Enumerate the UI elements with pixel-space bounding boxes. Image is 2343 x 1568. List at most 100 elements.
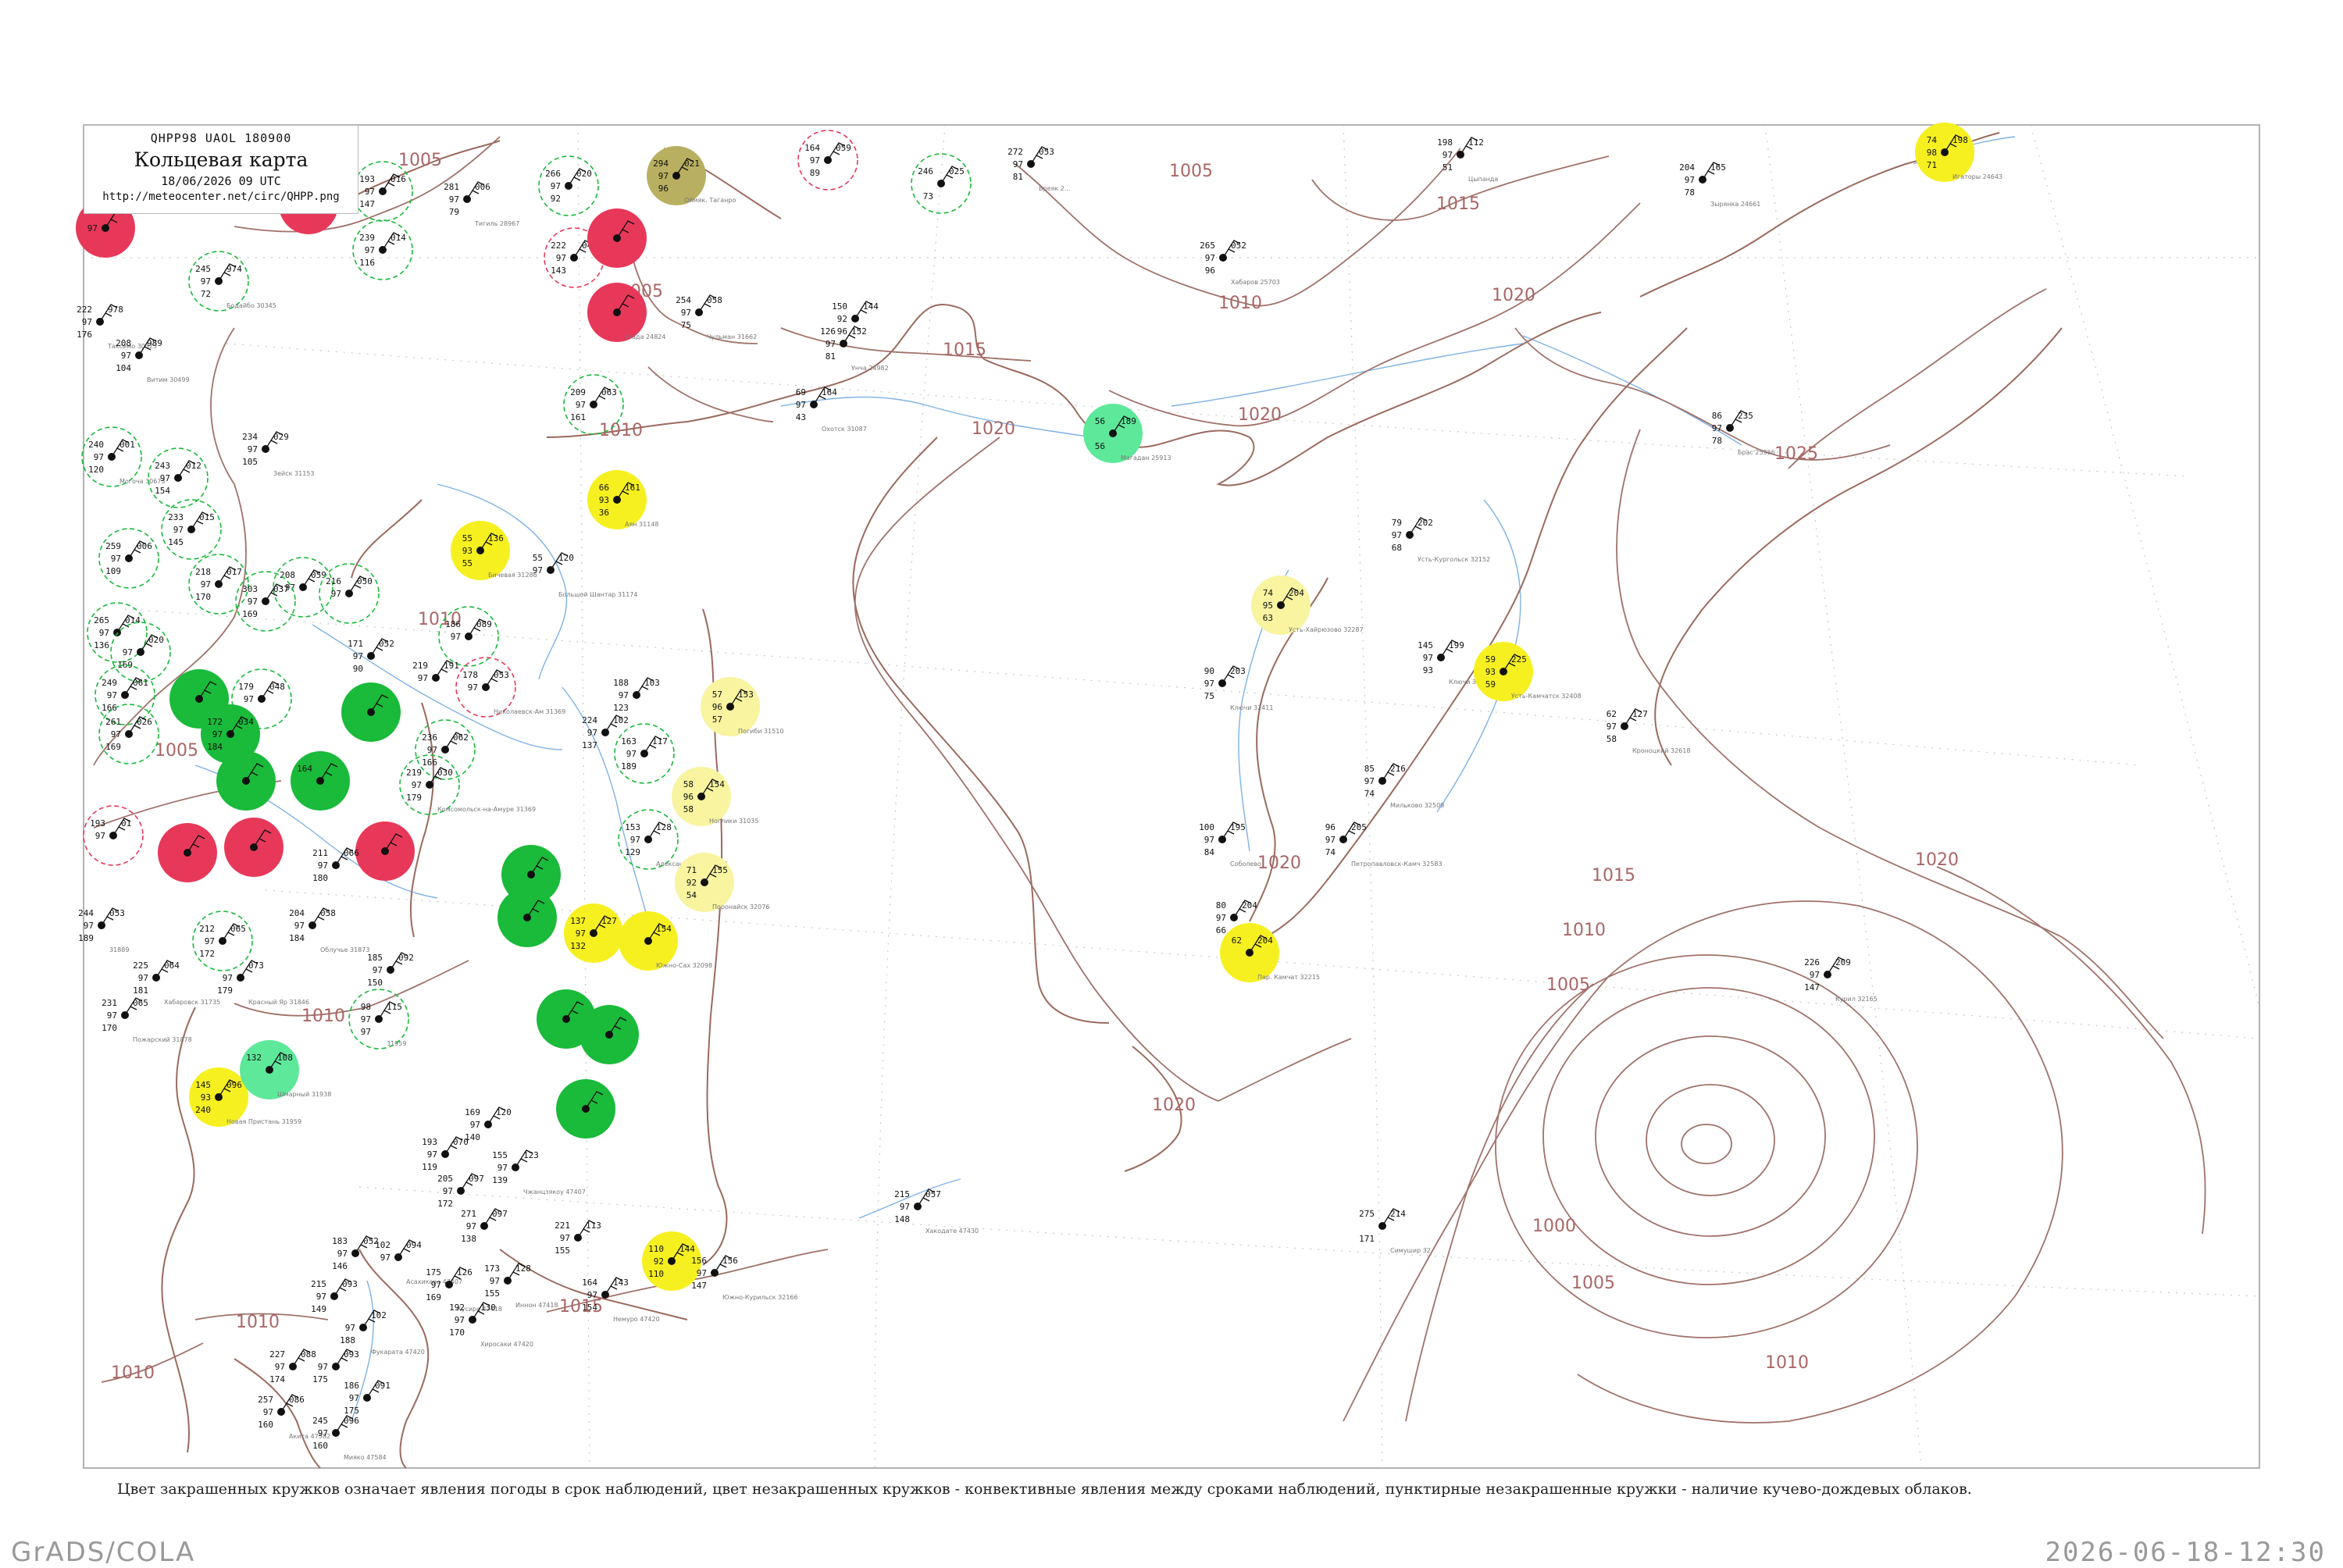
station-marker[interactable]: 154 Южно-Сах 32098 [619,911,712,971]
station-value: 155 [492,1150,508,1160]
station-marker[interactable]: 132 108 Шмарный 31938 [240,1040,331,1099]
station-marker[interactable]: 55 97 120 Большой Шантар 31174 [533,552,638,598]
station-marker[interactable]: 62 204 Пар. Камчат 32215 [1220,923,1320,982]
station-marker[interactable]: 233 97 145 015 [161,499,222,560]
station-value: 120 [88,465,104,475]
station-marker[interactable]: 59 93 59 225 Усть-Камчатск 32408 [1474,642,1582,701]
station-marker[interactable]: 215 97 149 093 [311,1278,358,1314]
station-marker[interactable]: 216 97 050 [319,563,380,624]
station-marker[interactable]: 281 97 79 006 Тигиль 28967 [444,181,519,227]
station-value: 181 [133,985,148,996]
station-marker[interactable]: 272 97 81 053 Бреяк 2... [1007,146,1070,192]
station-marker[interactable]: 85 97 74 216 Мильково 32509 [1364,763,1445,809]
station-marker[interactable]: 69 97 43 164 Охотск 31087 [796,387,867,433]
station-marker[interactable]: 188 97 123 103 [613,677,660,713]
station-marker[interactable]: 245 97 72 974 Бодайбо 30345 [188,251,276,312]
station-marker[interactable]: 219 97 191 [412,660,459,683]
station-marker[interactable] [355,821,415,881]
station-marker[interactable] [158,823,217,882]
station-value: 97 [111,554,121,564]
station-marker[interactable]: 192 97 170 130 Хиросаки 47420 [449,1302,533,1348]
station-marker[interactable]: 10297094Асахикава 47407 [375,1239,462,1285]
station-marker[interactable]: 239 97 116 014 [352,219,413,280]
station-marker[interactable]: 218 97 170 017 [188,554,249,615]
station-marker[interactable]: 164 [291,751,350,811]
station-marker[interactable]: 212 97 172 065 [192,911,253,971]
station-marker[interactable]: 226 97 147 209 Курил 32165 [1804,957,1878,1003]
station-marker[interactable]: 193 97 01 [83,805,144,866]
station-marker[interactable]: 215 97 148 057 Хакодате 47430 [894,1188,979,1235]
station-marker[interactable]: 100 97 84 195 Соболево [1199,821,1261,868]
station-marker[interactable]: 55 93 55 136 Бичевая 31286 [451,521,537,580]
station-marker[interactable]: 71 92 54 155 Поронайск 32076 [675,853,769,912]
station-marker[interactable]: 171 97 90 052 [348,638,394,674]
station-marker[interactable]: 86 97 78 235 Брас 25956 [1712,410,1775,456]
station-marker[interactable]: 97 179 073 Красный Яр 31846 [217,960,309,1006]
station-marker[interactable]: 254 97 75 058 Чульман 31662 [676,294,757,340]
station-name: Игаторы 24643 [1952,173,2002,180]
station-value: 172 [199,949,215,959]
source-url[interactable]: http://meteocenter.net/circ/QHPP.png [84,191,358,203]
station-value: 126 [457,1267,473,1278]
station-marker[interactable]: 240 97 120 001 Могоча 30673 [81,426,166,487]
station-marker[interactable]: 163 97 189 117 [614,723,675,784]
station-marker[interactable] [341,682,401,742]
station-value: 66 [599,483,609,493]
station-value: 275 [1359,1209,1375,1219]
station-marker[interactable]: 266 97 92 020 [538,155,599,216]
station-value: 96 [1325,822,1336,832]
station-marker[interactable]: 24997166061 [95,665,155,725]
station-name: Оймяк. Таганро [684,197,736,204]
station-marker[interactable] [497,888,557,947]
station-marker[interactable]: 137 97 132 127 [564,903,623,963]
station-marker[interactable]: 74 95 63 204 Усть-Хайрюзово 32287 [1251,576,1364,635]
station-marker[interactable] [556,1079,615,1139]
station-marker[interactable] [216,751,276,811]
station-marker[interactable]: 261 97 169 026 [98,704,159,764]
station-marker[interactable]: 205 97 172 097 [437,1173,484,1209]
station-marker[interactable]: 18397146052 [332,1235,379,1271]
station-value: 030 [437,768,453,778]
station-marker[interactable]: 227 97 174 088 [269,1349,316,1384]
station-marker[interactable]: 62 97 58 127 Кроноцкий 32618 [1607,708,1691,754]
station-marker[interactable]: 246 73 025 [911,153,972,214]
station-marker[interactable]: 259 97 109 006 [98,528,159,589]
station-marker[interactable]: 98 97 97 115 31959 [348,989,409,1049]
station-marker[interactable]: 234 97 105 029 Зейск 31153 [242,431,314,477]
station-marker[interactable]: 193 97 119 070 [422,1136,469,1172]
station-marker[interactable]: 79 97 68 202 Усть-Кургольск 32152 [1392,517,1490,563]
station-marker[interactable]: 90 97 75 203 Ключи 32411 [1204,665,1274,711]
station-marker[interactable]: 208 97 104 989 Витим 30499 [116,337,190,383]
station-value: 244 [78,908,94,918]
station-marker[interactable]: 221 97 155 113 [555,1220,601,1256]
station-marker[interactable]: 275 171 214 Симушир 32 [1359,1208,1431,1254]
station-marker[interactable]: 204 97 184 058 Облучье 31873 [289,907,369,953]
station-marker[interactable]: 219 97 179 030 Комсомольск-на-Амуре 31369 [399,754,536,815]
station-marker[interactable]: 56 56 189 Магадан 25913 [1083,404,1172,463]
station-marker[interactable]: 186 97 175 091 [344,1380,390,1416]
station-marker[interactable]: 58 96 58 154 Ноглики 31035 [672,767,758,826]
station-marker[interactable]: 74 98 71 198 Игаторы 24643 [1915,123,2002,182]
station-marker[interactable] [580,1005,639,1064]
station-marker[interactable]: 66 93 36 161 Аян 31148 [587,470,659,529]
isobar-label: 1020 [1915,850,1959,870]
station-marker[interactable]: 294 97 96 021 Оймяк. Таганро [647,146,736,205]
station-value: 97 [380,1253,390,1263]
station-marker[interactable]: 211 97 180 066 [312,847,359,883]
station-marker[interactable]: 126 97 81 152 Унча 24982 [820,326,889,372]
station-marker[interactable]: 97 175 093 [312,1349,359,1384]
station-marker[interactable] [587,208,647,268]
station-marker[interactable]: 265 97 96 052 Хабаров 25703 [1200,240,1280,286]
station-marker[interactable]: 16997140120 [465,1107,512,1142]
station-marker[interactable]: 244 97 189 053 31889 [78,907,129,953]
station-marker[interactable]: 155 97 139 123 Чжанцзякоу 47407 [492,1149,586,1196]
station-name: Поронайск 32076 [712,903,769,911]
station-marker[interactable]: 185 97 150 092 [367,952,414,988]
station-marker[interactable]: 198 97 51 112 Цыпанда [1437,137,1498,183]
station-marker[interactable]: 57 96 57 153 Погиби 31510 [701,677,783,736]
station-value: 198 [1952,135,1968,145]
station-marker[interactable] [224,818,284,877]
station-marker[interactable]: 271 97 138 097 [461,1208,508,1244]
station-marker[interactable]: 204 97 78 165 Зырянка 24661 [1679,162,1760,208]
station-marker[interactable]: 164 97 89 059 [797,130,858,191]
